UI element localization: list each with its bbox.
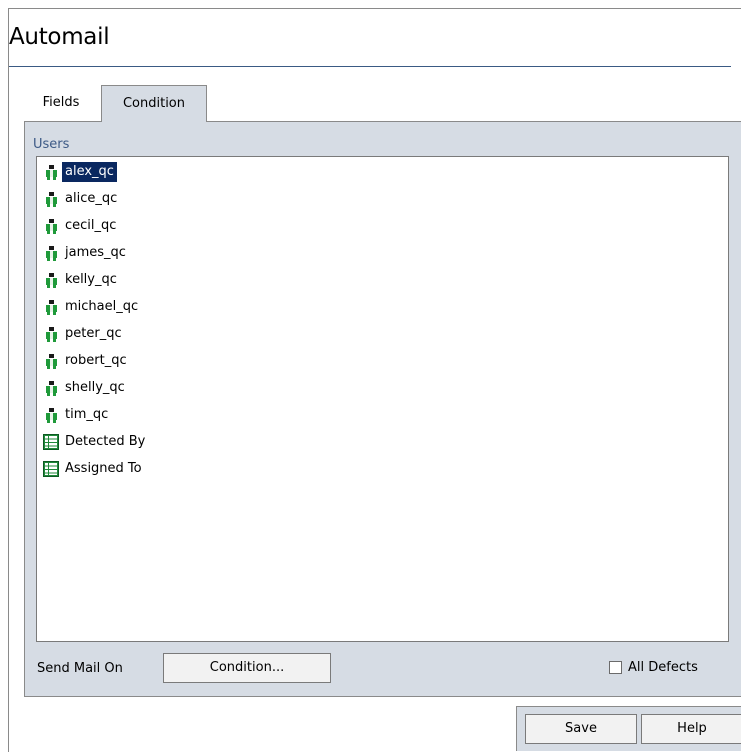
send-mail-row: Send Mail On Condition... All Defects (25, 643, 741, 693)
list-item[interactable]: robert_qc (43, 350, 130, 372)
tab-fields[interactable]: Fields (20, 85, 102, 122)
list-item[interactable]: Detected By (43, 431, 148, 453)
send-mail-on-label: Send Mail On (37, 661, 123, 676)
all-defects-checkbox[interactable] (609, 661, 622, 674)
list-item-label: alex_qc (62, 162, 117, 182)
user-icon (43, 245, 59, 261)
user-icon (43, 326, 59, 342)
tab-fields-label: Fields (42, 95, 80, 110)
user-icon (43, 299, 59, 315)
list-item[interactable]: Assigned To (43, 458, 145, 480)
list-item[interactable]: shelly_qc (43, 377, 128, 399)
list-item[interactable]: cecil_qc (43, 215, 119, 237)
all-defects-option[interactable]: All Defects (609, 660, 698, 675)
user-icon (43, 218, 59, 234)
list-item-label: cecil_qc (65, 218, 117, 233)
user-icon (43, 353, 59, 369)
list-item-label: tim_qc (65, 407, 109, 422)
list-item[interactable]: james_qc (43, 242, 129, 264)
user-icon (43, 407, 59, 423)
list-item-label: shelly_qc (65, 380, 125, 395)
tab-condition[interactable]: Condition (101, 85, 207, 122)
field-icon (43, 461, 59, 477)
condition-button[interactable]: Condition... (163, 653, 331, 683)
footer-bar: Save Help (516, 706, 741, 751)
user-icon (43, 272, 59, 288)
user-icon (43, 191, 59, 207)
user-icon (43, 380, 59, 396)
all-defects-label: All Defects (628, 660, 698, 675)
users-label: Users (33, 137, 70, 152)
list-item-label: james_qc (65, 245, 126, 260)
list-item-label: Assigned To (65, 461, 142, 476)
list-item-label: robert_qc (65, 353, 127, 368)
save-button[interactable]: Save (525, 714, 637, 744)
list-item-label: alice_qc (65, 191, 118, 206)
list-item[interactable]: kelly_qc (43, 269, 120, 291)
list-item[interactable]: michael_qc (43, 296, 141, 318)
list-item-label: Detected By (65, 434, 146, 449)
users-list[interactable]: alex_qc alice_qc cecil_qc james_qc kelly_qcm… (36, 156, 729, 642)
list-item[interactable]: tim_qc (43, 404, 111, 426)
list-item-label: kelly_qc (65, 272, 117, 287)
help-button[interactable]: Help (641, 714, 741, 744)
list-item-label: peter_qc (65, 326, 122, 341)
tab-condition-label: Condition (122, 96, 186, 111)
user-icon (43, 164, 59, 180)
list-item[interactable]: alice_qc (43, 188, 120, 210)
list-item[interactable]: alex_qc (43, 161, 117, 183)
list-item-label: michael_qc (65, 299, 139, 314)
page-title: Automail (9, 24, 110, 50)
title-divider (9, 66, 731, 67)
list-item[interactable]: peter_qc (43, 323, 125, 345)
field-icon (43, 434, 59, 450)
condition-panel: Users alex_qc alice_qc cecil_qc james_qckel… (24, 121, 741, 697)
